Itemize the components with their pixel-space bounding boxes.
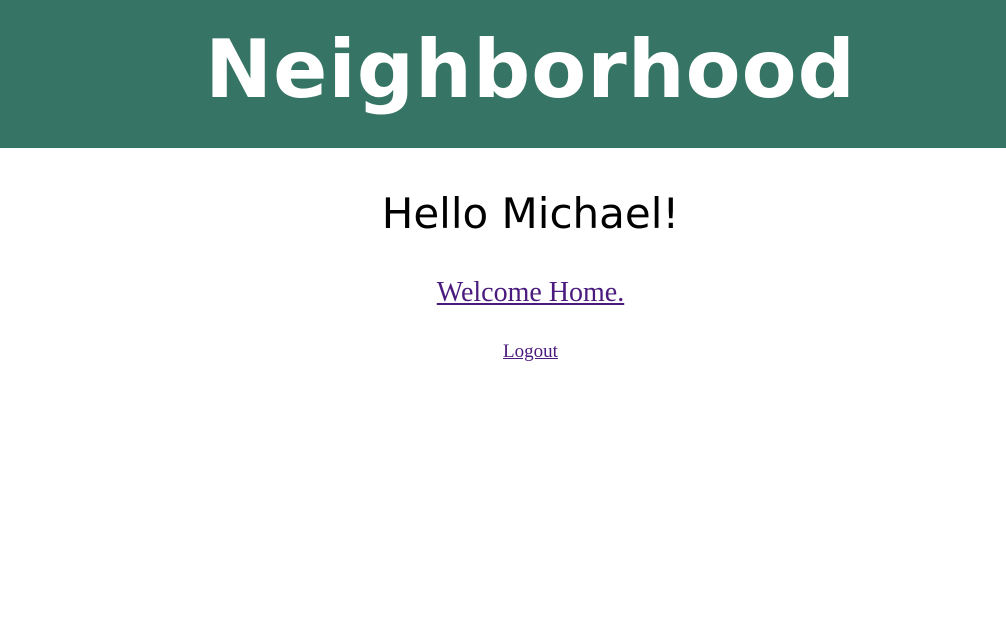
logout-link-container: Logout [0, 340, 1006, 364]
welcome-link-container: Welcome Home. [0, 276, 1006, 310]
greeting-heading: Hello Michael! [381, 189, 680, 238]
welcome-home-link[interactable]: Welcome Home. [437, 277, 624, 308]
site-title: Neighborhood [205, 23, 856, 116]
site-header: Neighborhood [0, 0, 1006, 148]
logout-link[interactable]: Logout [503, 341, 558, 362]
